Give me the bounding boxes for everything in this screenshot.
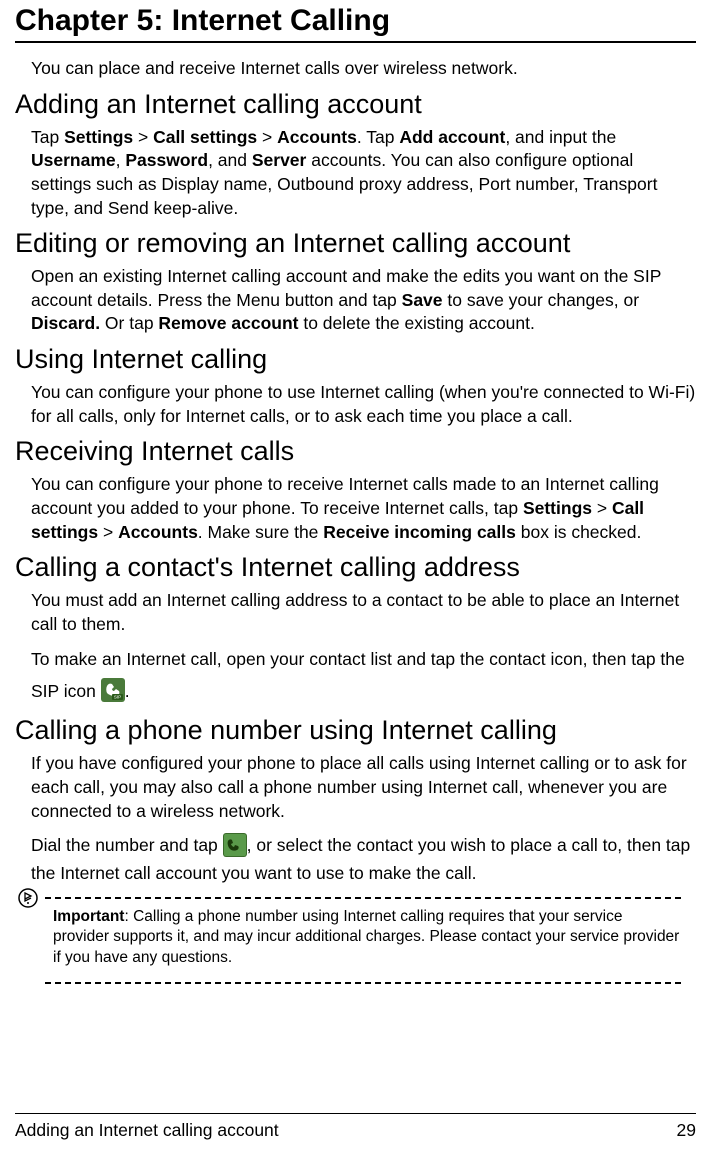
para-editing: Open an existing Internet calling accoun… [31,265,696,336]
note-text: Important: Calling a phone number using … [53,907,681,967]
important-note: Important: Calling a phone number using … [45,897,681,983]
heading-using: Using Internet calling [15,344,696,375]
footer-section-label: Adding an Internet calling account [15,1120,279,1141]
para-callnumber-1: If you have configured your phone to pla… [31,752,696,823]
chapter-title: Chapter 5: Internet Calling [15,4,696,43]
page-number: 29 [677,1120,696,1141]
para-callcontact-2: To make an Internet call, open your cont… [31,644,696,707]
para-using: You can configure your phone to use Inte… [31,381,696,428]
page-footer: Adding an Internet calling account 29 [15,1113,696,1141]
para-receiving: You can configure your phone to receive … [31,473,696,544]
heading-editing: Editing or removing an Internet calling … [15,228,696,259]
phone-icon [223,833,247,857]
intro-text: You can place and receive Internet calls… [31,57,696,81]
heading-callnumber: Calling a phone number using Internet ca… [15,715,696,746]
heading-adding: Adding an Internet calling account [15,89,696,120]
heading-receiving: Receiving Internet calls [15,436,696,467]
para-callnumber-2: Dial the number and tap , or select the … [31,831,696,887]
para-adding: Tap Settings > Call settings > Accounts.… [31,126,696,221]
heading-callcontact: Calling a contact's Internet calling add… [15,552,696,583]
sip-icon: SIP [101,678,125,702]
important-icon [17,887,39,909]
para-callcontact-1: You must add an Internet calling address… [31,589,696,636]
svg-text:SIP: SIP [114,695,121,700]
